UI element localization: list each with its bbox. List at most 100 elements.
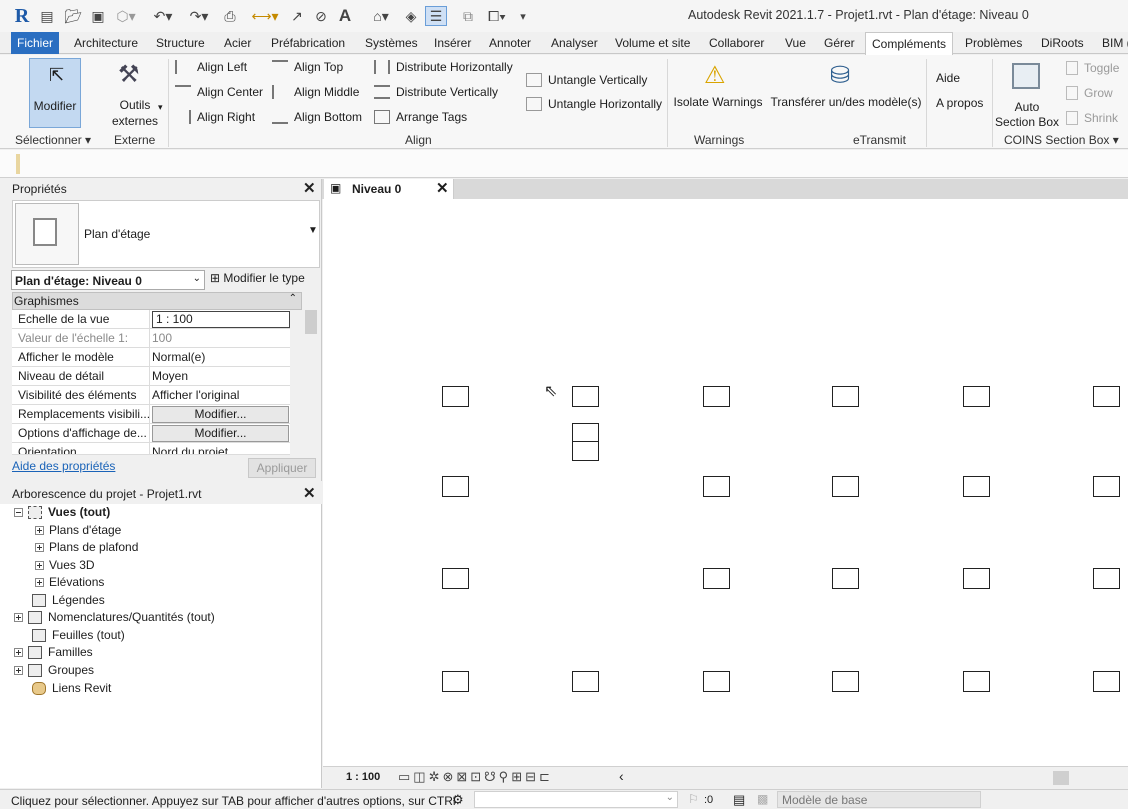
sync-icon[interactable]: ⬡▾ — [114, 6, 138, 26]
align-middle-button[interactable]: Align Middle — [272, 85, 359, 99]
view-scale[interactable]: 1 : 100 — [346, 771, 380, 783]
open-icon[interactable]: ▤ — [38, 6, 56, 26]
scale-input[interactable]: 1 : 100 — [152, 311, 290, 328]
drawing-canvas[interactable]: ⇖ — [323, 199, 1128, 766]
apply-button[interactable]: Appliquer — [248, 458, 316, 478]
column-symbol[interactable] — [1093, 476, 1120, 497]
instance-filter-select[interactable]: Plan d'étage: Niveau 0 ⌄ — [11, 270, 205, 290]
column-symbol[interactable] — [703, 568, 730, 589]
tab-problemes[interactable]: Problèmes — [965, 32, 1022, 54]
expand-icon[interactable] — [35, 577, 44, 587]
design-options-icon[interactable]: ▤ — [733, 792, 745, 808]
view-control-icons[interactable]: ▭◫✲⊗⊠⊡☋⚲⊞⊟⊏ — [398, 769, 553, 785]
tree-elevations[interactable]: Elévations — [35, 575, 104, 589]
aide-button[interactable]: Aide — [936, 71, 960, 85]
align-bottom-button[interactable]: Align Bottom — [272, 110, 362, 124]
tab-vue[interactable]: Vue — [785, 32, 806, 54]
options-bar-grip[interactable] — [16, 154, 20, 174]
tab-diroots[interactable]: DiRoots — [1041, 32, 1084, 54]
column-symbol[interactable] — [442, 476, 469, 497]
tree-vues-3d[interactable]: Vues 3D — [35, 558, 95, 572]
thin-lines-icon[interactable]: ☰ — [425, 6, 447, 26]
expand-icon[interactable] — [35, 542, 44, 552]
tab-analyser[interactable]: Analyser — [551, 32, 598, 54]
customize-qa-icon[interactable]: ▾ — [516, 6, 530, 26]
untangle-vertically-button[interactable]: Untangle Vertically — [526, 73, 647, 87]
properties-close-icon[interactable]: ✕ — [303, 179, 316, 197]
column-symbol[interactable] — [1093, 671, 1120, 692]
align-top-button[interactable]: Align Top — [272, 60, 343, 74]
outils-externes-button[interactable]: ⚒ Outils externes ▾ — [106, 58, 168, 128]
tree-legendes[interactable]: Légendes — [32, 593, 105, 607]
shrink-button[interactable]: Shrink — [1066, 111, 1118, 125]
spot-icon[interactable]: ⊘ — [312, 6, 330, 26]
remplacements-modifier-button[interactable]: Modifier... — [152, 406, 289, 423]
tab-fichier[interactable]: Fichier — [11, 32, 60, 54]
switch-windows-icon[interactable]: ⧠▾ — [482, 6, 512, 26]
tab-acier[interactable]: Acier — [224, 32, 251, 54]
properties-scrollbar[interactable] — [304, 292, 318, 455]
align-right-button[interactable]: Align Right — [175, 110, 255, 124]
tree-plans-plafond[interactable]: Plans de plafond — [35, 540, 138, 554]
column-symbol[interactable] — [1093, 386, 1120, 407]
tab-structure[interactable]: Structure — [156, 32, 205, 54]
column-symbol[interactable] — [442, 671, 469, 692]
modifier-button[interactable]: ⇱ Modifier — [29, 58, 81, 128]
column-symbol[interactable] — [832, 386, 859, 407]
modifier-type-button[interactable]: ⊞ Modifier le type — [210, 271, 305, 285]
tab-annoter[interactable]: Annoter — [489, 32, 531, 54]
untangle-horizontally-button[interactable]: Untangle Horizontally — [526, 97, 662, 111]
expand-icon[interactable] — [14, 647, 23, 657]
scroll-corner[interactable] — [1053, 771, 1069, 785]
tab-volume-et-site[interactable]: Volume et site — [615, 32, 690, 54]
prop-value[interactable]: Moyen — [152, 369, 188, 383]
redo-icon[interactable]: ↷▾ — [184, 6, 214, 26]
help-link[interactable]: Aide des propriétés — [12, 459, 115, 473]
align-left-button[interactable]: Align Left — [175, 60, 247, 74]
column-symbol[interactable] — [963, 386, 990, 407]
prop-value[interactable]: Normal(e) — [152, 350, 205, 364]
editing-requests-icon[interactable]: ⚐ — [688, 792, 699, 806]
column-symbol[interactable] — [703, 671, 730, 692]
options-modifier-button[interactable]: Modifier... — [152, 425, 289, 442]
tab-bim[interactable]: BIM ( — [1102, 32, 1128, 54]
save-icon[interactable]: ▣ — [89, 6, 107, 26]
section-icon[interactable]: ◈ — [402, 6, 420, 26]
column-symbol[interactable] — [572, 671, 599, 692]
type-selector[interactable]: Plan d'étage ▼ — [12, 200, 320, 268]
grow-button[interactable]: Grow — [1066, 86, 1113, 100]
section-graphismes[interactable]: Graphismes ⌃ — [12, 292, 302, 310]
tree-liens-revit[interactable]: Liens Revit — [32, 681, 111, 695]
apropos-button[interactable]: A propos — [936, 96, 983, 110]
browser-close-icon[interactable]: ✕ — [303, 484, 316, 502]
tree-vues[interactable]: Vues (tout) — [14, 505, 110, 519]
column-symbol[interactable] — [963, 568, 990, 589]
tab-systemes[interactable]: Systèmes — [365, 32, 418, 54]
column-symbol[interactable] — [832, 671, 859, 692]
dimension-icon[interactable]: ↗ — [287, 6, 307, 26]
column-symbol[interactable] — [703, 386, 730, 407]
workset-select[interactable]: ⌄ — [474, 791, 678, 808]
arrange-tags-button[interactable]: Arrange Tags — [374, 110, 467, 124]
tree-feuilles[interactable]: Feuilles (tout) — [32, 628, 125, 642]
tab-inserer[interactable]: Insérer — [434, 32, 471, 54]
close-hidden-icon[interactable]: ⧉ — [458, 6, 478, 26]
tab-collaborer[interactable]: Collaborer — [709, 32, 764, 54]
worksharing-icon[interactable]: ⚙ — [452, 792, 464, 808]
column-symbol[interactable] — [832, 568, 859, 589]
close-icon[interactable]: ✕ — [436, 179, 449, 197]
column-symbol[interactable] — [832, 476, 859, 497]
prop-value[interactable]: Afficher l'original — [152, 388, 239, 402]
tree-nomenclatures[interactable]: Nomenclatures/Quantités (tout) — [14, 610, 215, 624]
toggle-button[interactable]: Toggle — [1066, 61, 1119, 75]
expand-icon[interactable] — [14, 665, 23, 675]
align-center-button[interactable]: Align Center — [175, 85, 263, 99]
column-symbol[interactable] — [963, 671, 990, 692]
undo-icon[interactable]: ↶▾ — [148, 6, 178, 26]
column-symbol[interactable] — [703, 476, 730, 497]
prop-value[interactable]: Nord du projet — [152, 445, 228, 454]
measure-icon[interactable]: ⟷▾ — [250, 6, 280, 26]
scroll-thumb[interactable] — [305, 310, 317, 334]
tab-architecture[interactable]: Architecture — [74, 32, 138, 54]
expand-icon[interactable] — [35, 525, 44, 535]
